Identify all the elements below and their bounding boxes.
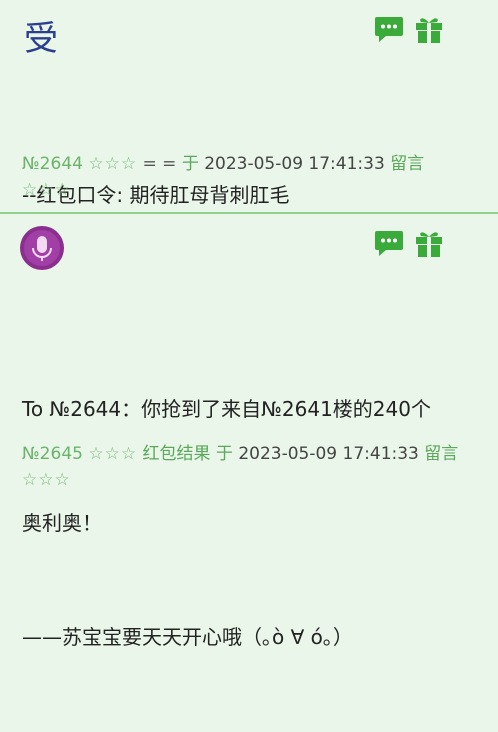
reply-link[interactable]: 留言 [424, 444, 458, 464]
post-meta: №2645 ☆☆☆ 红包结果 于 2023-05-09 17:41:33 留言 … [22, 441, 458, 493]
avatar[interactable]: 受 [20, 14, 64, 59]
content-line: 奥利奥！ [22, 511, 102, 535]
post-tag: = = [142, 154, 177, 174]
rating-stars-2[interactable]: ☆☆☆ [22, 180, 71, 200]
rating-stars-2[interactable]: ☆☆☆ [22, 470, 71, 490]
content-line: ——苏宝宝要天天开心哦（｡ò ∀ ó｡） [22, 625, 353, 649]
preposition: 于 [215, 444, 233, 464]
microphone-icon [24, 230, 60, 266]
avatar[interactable] [20, 226, 64, 270]
reply-link[interactable]: 留言 [390, 154, 424, 174]
post-datetime: 2023-05-09 17:41:33 [204, 154, 385, 174]
svg-text:受: 受 [24, 19, 58, 58]
post-actions [374, 14, 444, 44]
comment-icon[interactable] [374, 228, 404, 258]
comment-icon[interactable] [374, 14, 404, 44]
rating-stars[interactable]: ☆☆☆ [88, 444, 137, 464]
post-2644: 受 --红包口令: 期待肛母背刺肛毛 №2644 ☆☆☆ = = 于 2023-… [0, 0, 498, 212]
post-2645: To №2644：你抢到了来自№2641楼的240个 奥利奥！ ——苏宝宝要天天… [0, 212, 498, 649]
rating-stars[interactable]: ☆☆☆ [88, 154, 137, 174]
gift-icon[interactable] [414, 228, 444, 258]
floor-number[interactable]: №2644 [22, 154, 83, 174]
post-tag[interactable]: 红包结果 [143, 444, 211, 464]
gift-icon[interactable] [414, 14, 444, 44]
preposition: 于 [181, 154, 199, 174]
avatar-calligraphy-icon: 受 [24, 19, 58, 59]
post-meta: №2644 ☆☆☆ = = 于 2023-05-09 17:41:33 留言 ☆… [22, 151, 424, 203]
floor-number[interactable]: №2645 [22, 444, 83, 464]
post-datetime: 2023-05-09 17:41:33 [238, 444, 419, 464]
post-content: To №2644：你抢到了来自№2641楼的240个 奥利奥！ ——苏宝宝要天天… [22, 314, 431, 732]
content-line: To №2644：你抢到了来自№2641楼的240个 [22, 397, 431, 421]
post-actions [374, 228, 444, 258]
